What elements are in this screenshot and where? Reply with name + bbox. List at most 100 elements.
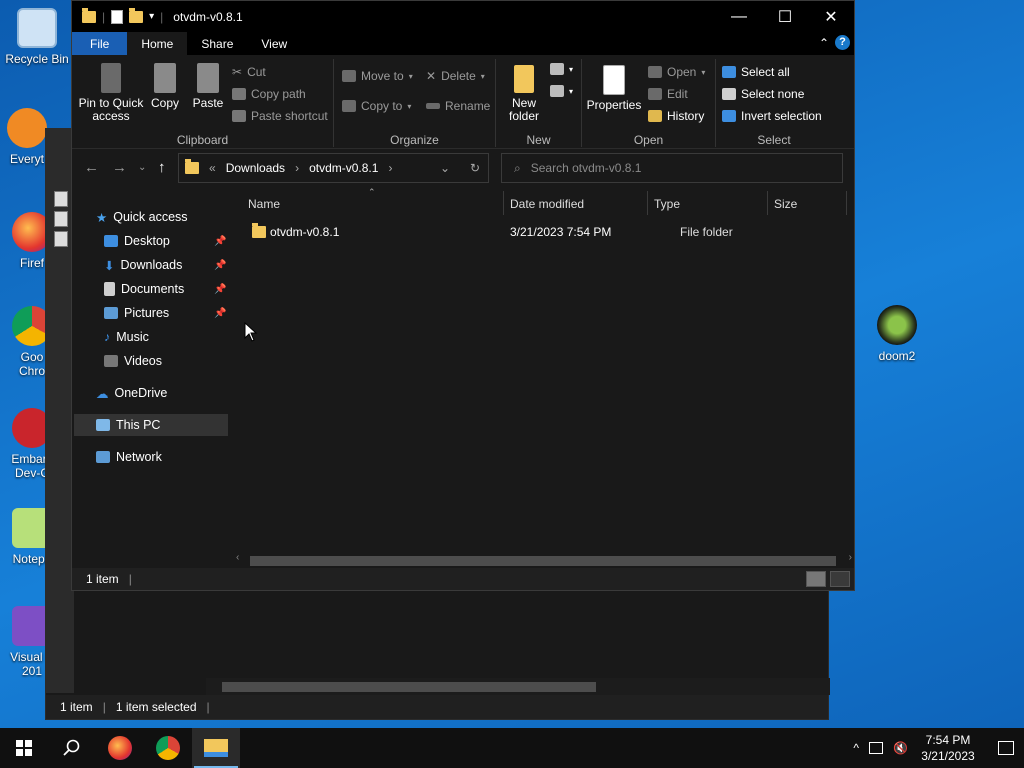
recycle-bin-label: Recycle Bin: [5, 52, 69, 66]
tab-home[interactable]: Home: [127, 32, 188, 55]
clock[interactable]: 7:54 PM 3/21/2023: [918, 732, 978, 764]
details-view-button[interactable]: [806, 571, 826, 587]
nav-videos[interactable]: Videos: [104, 350, 162, 372]
title-bar[interactable]: | ▾ | otvdm-v0.8.1 — ☐ ✕: [72, 1, 854, 32]
quick-access-toolbar: | ▾ |: [72, 7, 163, 24]
nav-documents[interactable]: Documents 📌: [104, 278, 230, 300]
nav-network-label: Network: [116, 450, 162, 464]
nav-pictures[interactable]: Pictures 📌: [104, 302, 230, 324]
notifications-icon[interactable]: [998, 741, 1014, 755]
up-button[interactable]: ↑: [158, 159, 166, 176]
search-input[interactable]: ⌕ Search otvdm-v0.8.1: [501, 153, 843, 183]
forward-button[interactable]: →: [112, 159, 127, 176]
column-divider[interactable]: [846, 191, 847, 215]
pin-to-quick-access-button[interactable]: Pin to Quick access: [76, 63, 146, 123]
background-horizontal-scrollbar[interactable]: [206, 678, 830, 695]
chevron-down-icon[interactable]: ▾: [149, 11, 154, 22]
help-button[interactable]: ?: [835, 35, 850, 50]
nav-desktop[interactable]: Desktop 📌: [104, 230, 230, 252]
close-button[interactable]: ✕: [808, 1, 854, 32]
column-header-date[interactable]: Date modified: [510, 193, 584, 215]
copy-path-button[interactable]: Copy path: [232, 87, 306, 101]
chevron-right-icon[interactable]: ›: [295, 161, 299, 175]
show-hidden-icons-icon[interactable]: ^: [853, 741, 859, 755]
paste-button[interactable]: Paste: [188, 63, 228, 110]
address-bar[interactable]: « Downloads › otvdm-v0.8.1 › ⌄ ↻: [178, 153, 489, 183]
pin-icon[interactable]: 📌: [214, 236, 226, 247]
tab-share[interactable]: Share: [187, 32, 247, 55]
pin-icon[interactable]: 📌: [214, 284, 226, 295]
column-divider[interactable]: [767, 191, 768, 215]
collapse-ribbon-icon[interactable]: ⌃: [819, 36, 829, 50]
tab-file[interactable]: File: [72, 32, 128, 55]
back-button[interactable]: ←: [84, 159, 99, 176]
address-dropdown-icon[interactable]: ⌄: [440, 161, 450, 175]
horizontal-scrollbar[interactable]: ‹ ›: [232, 552, 854, 569]
network-icon[interactable]: [869, 742, 884, 754]
edit-icon: [648, 88, 662, 100]
scrollbar-thumb[interactable]: [222, 682, 596, 692]
new-folder-button[interactable]: New folder: [502, 65, 546, 123]
doom2-desktop-icon[interactable]: doom2: [862, 305, 932, 363]
breadcrumb-downloads[interactable]: Downloads: [226, 161, 285, 175]
new-group-label: New: [526, 133, 551, 147]
cut-button[interactable]: ✂ Cut: [232, 65, 266, 79]
tab-view[interactable]: View: [247, 32, 301, 55]
copy-button[interactable]: Copy: [148, 63, 182, 110]
easy-access-button[interactable]: ▾: [550, 85, 573, 97]
delete-button[interactable]: ✕ Delete ▾: [426, 69, 485, 83]
nav-music[interactable]: ♪ Music: [104, 326, 149, 348]
move-to-button[interactable]: Move to ▾: [342, 69, 413, 83]
large-icons-view-button[interactable]: [830, 571, 850, 587]
recycle-bin-icon: [17, 8, 57, 48]
history-button[interactable]: History: [648, 109, 704, 123]
background-window-strip: [46, 129, 74, 693]
scrollbar-thumb[interactable]: [250, 556, 836, 566]
explorer-window[interactable]: | ▾ | otvdm-v0.8.1 — ☐ ✕ File Home Share…: [71, 0, 855, 591]
properties-button[interactable]: Properties: [586, 65, 642, 112]
taskbar-firefox[interactable]: [96, 728, 144, 768]
table-row[interactable]: otvdm-v0.8.1 3/21/2023 7:54 PM File fold…: [242, 221, 842, 243]
scroll-left-icon[interactable]: ‹: [236, 552, 239, 563]
column-divider[interactable]: [647, 191, 648, 215]
taskbar-chrome[interactable]: [144, 728, 192, 768]
minimize-button[interactable]: —: [716, 1, 762, 32]
column-divider[interactable]: [503, 191, 504, 215]
nav-network[interactable]: Network: [96, 446, 162, 468]
file-list[interactable]: ⌃ Name Date modified Type Size otvdm-v0.…: [232, 187, 854, 569]
select-none-button[interactable]: Select none: [722, 87, 804, 101]
invert-selection-button[interactable]: Invert selection: [722, 109, 822, 123]
start-button[interactable]: [0, 728, 48, 768]
breadcrumb-current[interactable]: otvdm-v0.8.1: [309, 161, 378, 175]
recent-locations-button[interactable]: ⌄: [138, 162, 146, 173]
search-button[interactable]: [48, 728, 96, 768]
scroll-right-icon[interactable]: ›: [849, 552, 852, 563]
rename-button[interactable]: Rename: [426, 99, 490, 113]
network-icon: [96, 451, 110, 463]
copy-to-button[interactable]: Copy to ▾: [342, 99, 411, 113]
column-header-type[interactable]: Type: [654, 193, 680, 215]
paste-shortcut-button[interactable]: Paste shortcut: [232, 109, 328, 123]
recycle-bin-desktop-icon[interactable]: Recycle Bin: [2, 8, 72, 66]
properties-quick-icon[interactable]: [111, 9, 124, 24]
new-folder-quick-icon[interactable]: [129, 7, 144, 23]
open-button[interactable]: Open ▾: [648, 65, 705, 79]
nav-pictures-label: Pictures: [124, 306, 170, 320]
refresh-icon[interactable]: ↻: [470, 161, 480, 175]
nav-this-pc[interactable]: This PC: [74, 414, 228, 436]
nav-onedrive[interactable]: ☁ OneDrive: [96, 382, 167, 404]
select-all-button[interactable]: Select all: [722, 65, 790, 79]
column-header-name[interactable]: Name: [248, 193, 280, 215]
nav-quick-access[interactable]: ★ Quick access: [96, 206, 188, 228]
pin-icon[interactable]: 📌: [214, 260, 226, 271]
pin-icon[interactable]: 📌: [214, 308, 226, 319]
volume-muted-icon[interactable]: 🔇: [893, 741, 908, 755]
chevron-right-icon[interactable]: ›: [388, 161, 392, 175]
breadcrumb-overflow[interactable]: «: [209, 161, 216, 175]
edit-button[interactable]: Edit: [648, 87, 688, 101]
taskbar-file-explorer[interactable]: [192, 728, 240, 768]
new-item-button[interactable]: ▾: [550, 63, 573, 75]
nav-downloads[interactable]: ⬇ Downloads 📌: [104, 254, 230, 276]
maximize-button[interactable]: ☐: [762, 1, 808, 32]
column-header-size[interactable]: Size: [774, 193, 797, 215]
